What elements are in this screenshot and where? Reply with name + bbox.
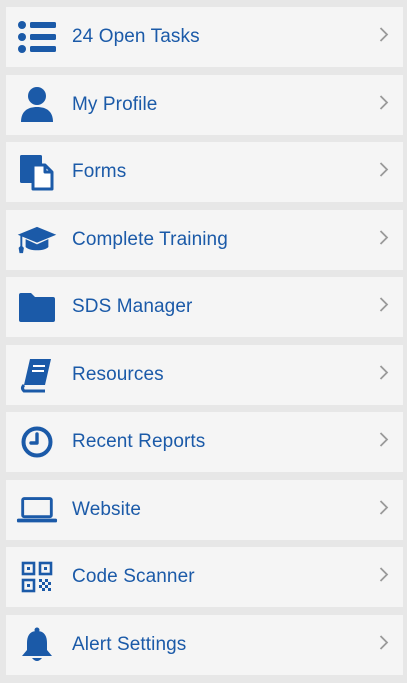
main-menu: 24 Open Tasks My Profile Forms Complete …	[6, 7, 403, 675]
chevron-right-icon	[379, 499, 389, 520]
user-icon	[16, 85, 58, 125]
menu-item-label: SDS Manager	[72, 296, 193, 317]
graduation-cap-icon	[16, 220, 58, 260]
menu-item-recent-reports[interactable]: Recent Reports	[6, 412, 403, 472]
chevron-right-icon	[379, 432, 389, 453]
clock-icon	[16, 422, 58, 462]
menu-item-my-profile[interactable]: My Profile	[6, 74, 403, 135]
menu-item-label: 24 Open Tasks	[72, 26, 200, 47]
chevron-right-icon	[379, 162, 389, 183]
menu-item-sds-manager[interactable]: SDS Manager	[6, 277, 403, 337]
folder-icon	[16, 287, 58, 327]
laptop-icon	[16, 490, 58, 530]
menu-item-resources[interactable]: Resources	[6, 344, 403, 405]
chevron-right-icon	[379, 27, 389, 48]
menu-item-label: Recent Reports	[72, 431, 206, 452]
menu-item-complete-training[interactable]: Complete Training	[6, 209, 403, 270]
list-icon	[16, 17, 58, 57]
menu-item-label: Code Scanner	[72, 566, 195, 587]
bell-icon	[16, 625, 58, 665]
chevron-right-icon	[379, 94, 389, 115]
chevron-right-icon	[379, 634, 389, 655]
menu-item-label: Forms	[72, 161, 127, 182]
menu-item-alert-settings[interactable]: Alert Settings	[6, 614, 403, 675]
chevron-right-icon	[379, 229, 389, 250]
chevron-right-icon	[379, 297, 389, 318]
menu-item-website[interactable]: Website	[6, 479, 403, 540]
menu-item-label: Website	[72, 498, 141, 520]
qr-code-icon	[16, 557, 58, 597]
menu-item-forms[interactable]: Forms	[6, 142, 403, 202]
chevron-right-icon	[379, 364, 389, 385]
menu-item-label: Complete Training	[72, 228, 228, 250]
menu-item-label: My Profile	[72, 93, 158, 115]
menu-item-open-tasks[interactable]: 24 Open Tasks	[6, 7, 403, 67]
book-icon	[16, 355, 58, 395]
menu-item-code-scanner[interactable]: Code Scanner	[6, 547, 403, 607]
menu-item-label: Resources	[72, 363, 164, 385]
forms-icon	[16, 152, 58, 192]
chevron-right-icon	[379, 567, 389, 588]
menu-item-label: Alert Settings	[72, 633, 187, 655]
